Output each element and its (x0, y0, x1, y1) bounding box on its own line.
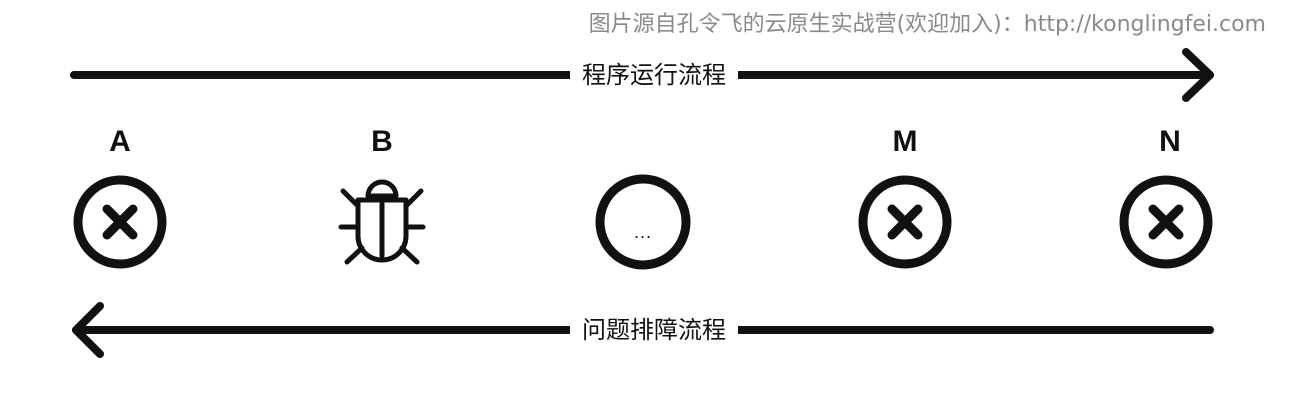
x-circle-icon (1119, 175, 1213, 269)
node-label-b: B (371, 125, 393, 158)
ellipsis-text: ... (633, 222, 652, 242)
node-label-a: A (109, 125, 131, 158)
x-circle-icon (73, 175, 167, 269)
bottom-flow-label: 问题排障流程 (570, 318, 738, 342)
bug-icon (338, 179, 426, 265)
node-label-m: M (892, 125, 918, 158)
x-circle-icon (858, 175, 952, 269)
node-label-n: N (1159, 125, 1181, 158)
top-flow-label: 程序运行流程 (570, 63, 738, 87)
